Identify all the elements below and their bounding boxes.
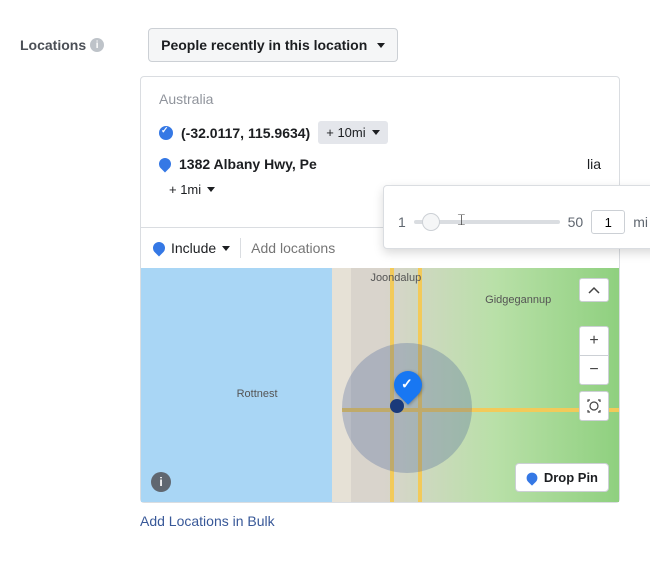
map-ocean: [141, 268, 342, 502]
map-controls: + −: [579, 278, 609, 421]
info-icon[interactable]: i: [90, 38, 104, 52]
pin-icon: [524, 470, 539, 485]
caret-down-icon: [377, 43, 385, 48]
radius-popover: 1 𝙸 50 mi: [383, 185, 650, 249]
drop-pin-button[interactable]: Drop Pin: [515, 463, 609, 492]
radius-input[interactable]: [591, 210, 625, 234]
pin-icon: [151, 240, 168, 257]
radius-chip-label: + 10mi: [326, 125, 365, 140]
crosshair-icon: [586, 398, 602, 414]
slider-thumb[interactable]: [422, 213, 440, 231]
pin-icon: [157, 156, 174, 173]
include-mode-dropdown[interactable]: Include: [153, 240, 230, 256]
section-label: Locations i: [20, 37, 104, 53]
caret-down-icon: [372, 130, 380, 135]
location-text: (-32.0117, 115.9634): [181, 125, 310, 141]
section-label-text: Locations: [20, 37, 86, 53]
map-pin-secondary[interactable]: [390, 399, 404, 413]
map-city-label: Rottnest: [237, 388, 278, 400]
zoom-in-button[interactable]: +: [579, 326, 609, 356]
pin-check-icon: [159, 126, 173, 140]
location-suffix: lia: [587, 156, 601, 172]
location-map[interactable]: Joondalup Gidgegannup Rottnest + − Drop …: [141, 268, 619, 502]
audience-dropdown[interactable]: People recently in this location: [148, 28, 398, 62]
include-mode-label: Include: [171, 240, 216, 256]
divider: [240, 238, 241, 258]
location-row[interactable]: 1382 Albany Hwy, Pe lia: [141, 150, 619, 178]
zoom-out-button[interactable]: −: [579, 355, 609, 385]
map-info-button[interactable]: i: [151, 472, 171, 492]
slider-min-label: 1: [398, 214, 406, 230]
map-city-label: Gidgegannup: [485, 294, 551, 306]
map-city-label: Joondalup: [370, 272, 421, 284]
location-text: 1382 Albany Hwy, Pe: [179, 156, 317, 172]
caret-down-icon: [222, 246, 230, 251]
collapse-map-button[interactable]: [579, 278, 609, 302]
slider-max-label: 50: [568, 214, 584, 230]
audience-dropdown-label: People recently in this location: [161, 37, 367, 53]
text-cursor-icon: 𝙸: [456, 212, 467, 230]
add-locations-bulk-link[interactable]: Add Locations in Bulk: [140, 513, 630, 529]
radius-slider[interactable]: 𝙸: [414, 220, 560, 224]
map-radius-circle: [342, 343, 472, 473]
recenter-button[interactable]: [579, 391, 609, 421]
caret-down-icon: [207, 187, 215, 192]
drop-pin-label: Drop Pin: [544, 470, 598, 485]
radius-chip[interactable]: + 10mi: [318, 121, 387, 144]
radius-unit-label: mi: [633, 214, 648, 230]
radius-chip-label: + 1mi: [169, 182, 201, 197]
locations-panel: Australia (-32.0117, 115.9634) + 10mi 13…: [140, 76, 620, 503]
location-row[interactable]: (-32.0117, 115.9634) + 10mi: [141, 115, 619, 150]
chevron-up-icon: [588, 286, 600, 294]
country-group-label: Australia: [141, 77, 619, 115]
